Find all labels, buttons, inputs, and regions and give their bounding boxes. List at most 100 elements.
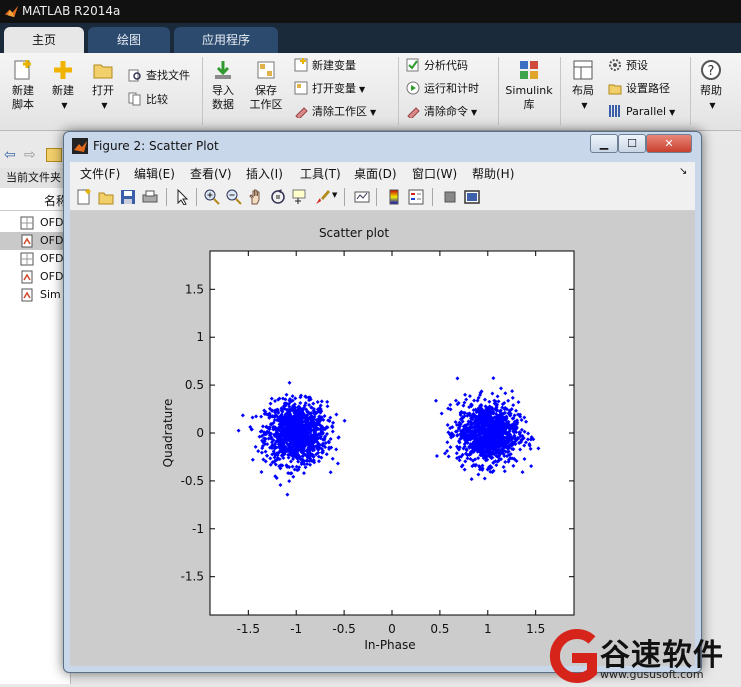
data-cursor-icon[interactable] [292, 189, 308, 205]
file-row[interactable]: OFD [0, 250, 70, 268]
x-tick-label: 1 [484, 622, 492, 636]
tab-apps[interactable]: 应用程序 [174, 27, 278, 53]
save-workspace-icon [257, 61, 275, 79]
menu-desktop[interactable]: 桌面(D) [354, 165, 397, 182]
brush-dropdown-icon[interactable]: ▼ [332, 191, 337, 199]
hide-plot-tools-icon[interactable] [442, 189, 458, 205]
brush-icon[interactable] [314, 189, 330, 205]
menu-window[interactable]: 窗口(W) [412, 165, 457, 182]
find-files-button[interactable]: 查找文件 [128, 67, 190, 85]
y-tick-label: 1 [196, 330, 204, 344]
open-button[interactable]: 打开 ▼ [86, 59, 120, 113]
ribbon-divider [398, 57, 399, 125]
ribbon-divider [690, 57, 691, 125]
menu-insert[interactable]: 插入(I) [246, 165, 283, 182]
pan-hand-icon[interactable] [248, 189, 264, 205]
zoom-in-icon[interactable] [204, 189, 220, 205]
back-arrow-icon[interactable]: ⇦ [4, 147, 16, 163]
import-data-icon [215, 61, 231, 79]
new-script-label: 新建 脚本 [12, 84, 34, 111]
minimize-icon: ▁ [599, 137, 609, 150]
colorbar-icon[interactable] [386, 189, 402, 205]
save-workspace-button[interactable]: 保存 工作区 [246, 59, 286, 112]
current-folder-header: 当前文件夹 [0, 168, 70, 188]
file-row[interactable]: OFD [0, 214, 70, 232]
print-icon[interactable] [142, 189, 158, 205]
run-and-time-icon [406, 81, 420, 95]
open-file-icon[interactable] [98, 189, 114, 205]
clear-workspace-button[interactable]: 清除工作区 ▼ [294, 103, 376, 121]
maximize-icon: ☐ [627, 137, 637, 150]
menu-help[interactable]: 帮助(H) [472, 165, 514, 182]
clear-commands-button[interactable]: 清除命令 ▼ [406, 103, 477, 121]
menu-edit[interactable]: 编辑(E) [134, 165, 175, 182]
file-row[interactable]: OFD [0, 268, 70, 286]
set-path-button[interactable]: 设置路径 [608, 80, 670, 98]
menu-view[interactable]: 查看(V) [190, 165, 232, 182]
menu-file[interactable]: 文件(F) [80, 165, 120, 182]
matlab-logo-icon [72, 138, 88, 154]
close-button[interactable]: ✕ [646, 134, 692, 153]
scatter-plot-chart: Scatter plot -1.5 -1 -0.5 0 0.5 1 1.5 -1.5 -1 -0.… [161, 226, 575, 652]
simulink-library-label: Simulink 库 [505, 84, 553, 111]
rotate-3d-icon[interactable] [270, 189, 286, 205]
find-files-label: 查找文件 [146, 69, 190, 82]
parallel-button[interactable]: Parallel ▼ [608, 103, 675, 121]
clear-commands-label: 清除命令 [424, 105, 468, 118]
compare-button[interactable]: 比较 [128, 91, 168, 109]
up-folder-icon[interactable] [46, 148, 62, 162]
watermark-url: www.gususoft.com [600, 668, 704, 681]
menu-overflow-icon[interactable]: ↘ [679, 166, 687, 177]
tab-home[interactable]: 主页 [4, 27, 84, 53]
figure-file-icon [20, 252, 34, 266]
file-row[interactable]: Sim [0, 286, 70, 304]
new-button[interactable]: 新建 ▼ [46, 59, 80, 113]
minimize-button[interactable]: ▁ [590, 134, 618, 153]
menu-tools[interactable]: 工具(T) [300, 165, 341, 182]
open-variable-label: 打开变量 [312, 82, 356, 95]
layout-button[interactable]: 布局 ▼ [566, 59, 600, 113]
clear-workspace-label: 清除工作区 [312, 105, 367, 118]
compare-label: 比较 [146, 93, 168, 106]
select-arrow-icon[interactable] [174, 189, 190, 205]
new-variable-button[interactable]: 新建变量 [294, 57, 356, 75]
open-variable-button[interactable]: 打开变量 ▼ [294, 80, 365, 98]
new-figure-icon[interactable] [76, 189, 92, 205]
layout-icon [573, 60, 593, 80]
analyze-code-button[interactable]: 分析代码 [406, 57, 468, 75]
new-plus-icon [54, 61, 72, 79]
clear-workspace-icon [295, 107, 308, 118]
tab-plots[interactable]: 绘图 [88, 27, 170, 53]
run-and-time-button[interactable]: 运行和计时 [406, 80, 479, 98]
set-path-icon [608, 84, 622, 95]
toolbar-divider [432, 188, 433, 206]
current-folder-panel: 当前文件夹 名称 OFD OFD OFD OFD Sim [0, 168, 71, 684]
save-icon[interactable] [120, 189, 136, 205]
preferences-button[interactable]: 预设 [608, 57, 648, 75]
ribbon-divider [498, 57, 499, 125]
y-axis-label: Quadrature [161, 399, 175, 468]
simulink-library-button[interactable]: Simulink 库 [504, 59, 554, 112]
figure-title-bar[interactable]: Figure 2: Scatter Plot ▁ ☐ ✕ [64, 132, 701, 160]
new-script-button[interactable]: 新建 脚本 [6, 59, 40, 112]
x-tick-label: -0.5 [332, 622, 355, 636]
file-row-selected[interactable]: OFD [0, 232, 70, 250]
legend-icon[interactable] [408, 189, 424, 205]
help-dropdown-icon: ▼ [709, 101, 716, 110]
maximize-button[interactable]: ☐ [618, 134, 646, 153]
zoom-out-icon[interactable] [226, 189, 242, 205]
help-button[interactable]: ? 帮助 ▼ [694, 59, 728, 113]
layout-label: 布局 [572, 84, 594, 97]
show-plot-tools-icon[interactable] [464, 189, 480, 205]
gususoft-watermark: 谷速软件 www.gususoft.com [540, 628, 741, 684]
forward-arrow-icon[interactable]: ⇨ [24, 147, 36, 163]
find-files-icon [128, 69, 141, 82]
import-data-button[interactable]: 导入 数据 [206, 59, 240, 112]
x-tick-label: -1.5 [237, 622, 260, 636]
open-folder-icon [93, 64, 113, 79]
open-label: 打开 [92, 84, 114, 97]
m-file-icon [21, 234, 33, 248]
figure-title: Figure 2: Scatter Plot [93, 139, 219, 153]
link-plot-icon[interactable] [354, 189, 370, 205]
m-file-icon [21, 270, 33, 284]
